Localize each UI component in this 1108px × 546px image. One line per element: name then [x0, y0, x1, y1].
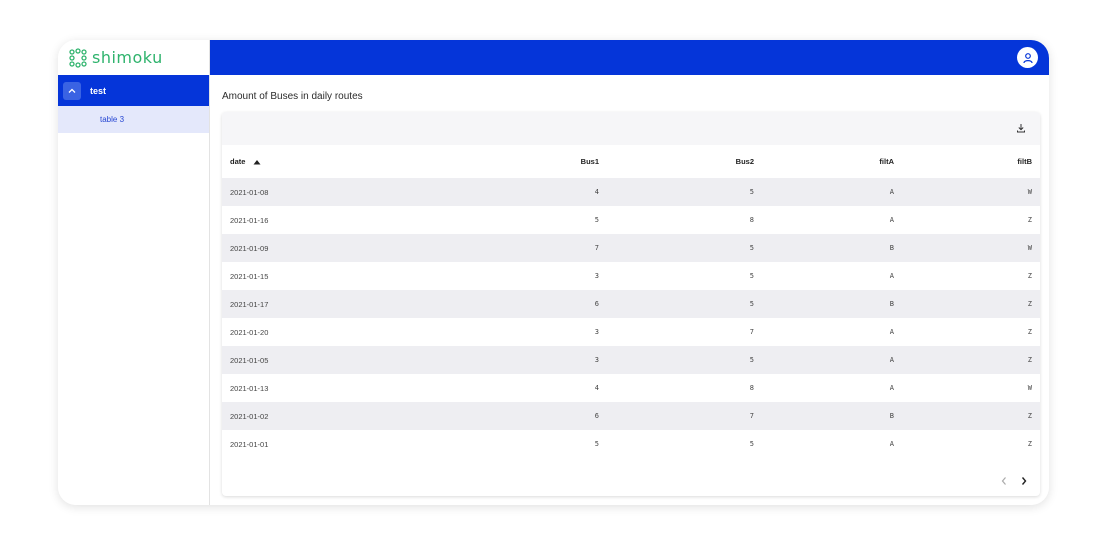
previous-page-button[interactable] — [1000, 476, 1008, 486]
cell-filta: B — [762, 234, 902, 262]
chevron-up-icon[interactable] — [63, 81, 81, 100]
cell-date: 2021-01-02 — [222, 402, 482, 430]
column-header-label: date — [230, 157, 246, 166]
cell-filtb: Z — [902, 402, 1040, 430]
cell-bus1: 5 — [482, 206, 607, 234]
cell-bus1: 7 — [482, 234, 607, 262]
cell-filtb: W — [902, 374, 1040, 402]
cell-bus1: 3 — [482, 262, 607, 290]
next-page-button[interactable] — [1020, 476, 1028, 486]
cell-filta: A — [762, 374, 902, 402]
cell-filta: B — [762, 290, 902, 318]
cell-filta: A — [762, 430, 902, 458]
cell-filtb: Z — [902, 318, 1040, 346]
table-row[interactable]: 2021-01-13 4 8 A W — [222, 374, 1040, 402]
top-bar — [210, 40, 1049, 75]
cell-date: 2021-01-16 — [222, 206, 482, 234]
column-header-filtb[interactable]: filtB — [902, 145, 1040, 178]
cell-filtb: W — [902, 178, 1040, 206]
cell-filtb: Z — [902, 206, 1040, 234]
cell-bus2: 5 — [607, 430, 762, 458]
table-row[interactable]: 2021-01-09 7 5 B W — [222, 234, 1040, 262]
cell-filtb: Z — [902, 262, 1040, 290]
brand-name: shimoku — [92, 48, 163, 67]
table-toolbar — [222, 112, 1040, 145]
table-header-row: date Bus1 Bus2 filtA filtB — [222, 145, 1040, 178]
sort-ascending-icon — [253, 160, 261, 165]
cell-bus1: 4 — [482, 374, 607, 402]
cell-filta: A — [762, 206, 902, 234]
cell-bus2: 7 — [607, 402, 762, 430]
cell-filtb: W — [902, 234, 1040, 262]
cell-bus1: 6 — [482, 402, 607, 430]
sidebar-item-label: table 3 — [100, 115, 125, 124]
table-row[interactable]: 2021-01-08 4 5 A W — [222, 178, 1040, 206]
sidebar-item-table-3[interactable]: table 3 — [58, 106, 209, 133]
cell-filta: A — [762, 262, 902, 290]
table-title: Amount of Buses in daily routes — [222, 91, 363, 102]
cell-filtb: Z — [902, 290, 1040, 318]
user-avatar-button[interactable] — [1017, 47, 1038, 68]
sidebar-group-test[interactable]: test — [58, 75, 209, 106]
chevron-right-icon — [1021, 477, 1027, 485]
table-body: 2021-01-08 4 5 A W 2021-01-16 5 8 A Z 2021-01-09 7 5… — [222, 178, 1040, 458]
pagination — [1000, 476, 1028, 486]
cell-bus1: 5 — [482, 430, 607, 458]
table-row[interactable]: 2021-01-15 3 5 A Z — [222, 262, 1040, 290]
cell-date: 2021-01-01 — [222, 430, 482, 458]
logo[interactable]: shimoku — [58, 40, 209, 75]
column-header-bus1[interactable]: Bus1 — [482, 145, 607, 178]
app-window: shimoku test table 3 Amount of Buses in … — [58, 40, 1049, 505]
cell-date: 2021-01-20 — [222, 318, 482, 346]
table-card: date Bus1 Bus2 filtA filtB 2021-01-08 4 5 A… — [222, 112, 1040, 496]
shimoku-logo-icon — [69, 47, 87, 68]
table-row[interactable]: 2021-01-20 3 7 A Z — [222, 318, 1040, 346]
chevron-left-icon — [1001, 477, 1006, 485]
table-row[interactable]: 2021-01-16 5 8 A Z — [222, 206, 1040, 234]
cell-date: 2021-01-05 — [222, 346, 482, 374]
cell-bus2: 7 — [607, 318, 762, 346]
user-icon — [1022, 52, 1033, 63]
cell-date: 2021-01-08 — [222, 178, 482, 206]
cell-date: 2021-01-15 — [222, 262, 482, 290]
cell-filta: A — [762, 318, 902, 346]
cell-filtb: Z — [902, 430, 1040, 458]
cell-bus2: 8 — [607, 374, 762, 402]
data-table: date Bus1 Bus2 filtA filtB 2021-01-08 4 5 A… — [222, 145, 1040, 458]
cell-bus1: 3 — [482, 346, 607, 374]
download-icon — [1017, 124, 1025, 133]
table-row[interactable]: 2021-01-05 3 5 A Z — [222, 346, 1040, 374]
main-content: Amount of Buses in daily routes date Bus… — [210, 75, 1049, 505]
cell-filtb: Z — [902, 346, 1040, 374]
cell-filta: A — [762, 346, 902, 374]
cell-filta: A — [762, 178, 902, 206]
download-button[interactable] — [1012, 119, 1030, 137]
cell-bus2: 5 — [607, 262, 762, 290]
cell-bus2: 5 — [607, 290, 762, 318]
sidebar-group-label: test — [90, 85, 107, 96]
cell-bus1: 6 — [482, 290, 607, 318]
sidebar: shimoku test table 3 — [58, 40, 210, 505]
cell-bus1: 3 — [482, 318, 607, 346]
cell-date: 2021-01-13 — [222, 374, 482, 402]
cell-date: 2021-01-09 — [222, 234, 482, 262]
cell-bus2: 5 — [607, 346, 762, 374]
cell-date: 2021-01-17 — [222, 290, 482, 318]
table-row[interactable]: 2021-01-01 5 5 A Z — [222, 430, 1040, 458]
column-header-date[interactable]: date — [222, 145, 482, 178]
cell-bus1: 4 — [482, 178, 607, 206]
column-header-filta[interactable]: filtA — [762, 145, 902, 178]
cell-bus2: 5 — [607, 178, 762, 206]
cell-bus2: 8 — [607, 206, 762, 234]
cell-filta: B — [762, 402, 902, 430]
table-row[interactable]: 2021-01-17 6 5 B Z — [222, 290, 1040, 318]
table-row[interactable]: 2021-01-02 6 7 B Z — [222, 402, 1040, 430]
cell-bus2: 5 — [607, 234, 762, 262]
column-header-bus2[interactable]: Bus2 — [607, 145, 762, 178]
